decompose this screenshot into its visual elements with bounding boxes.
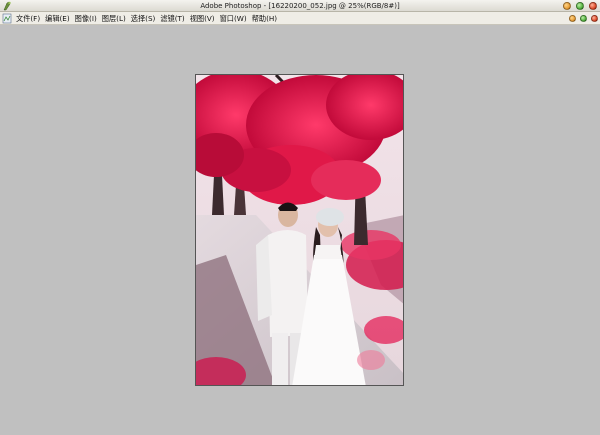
menu-bar: 文件(F) 编辑(E) 图像(I) 图层(L) 选择(S) 滤镜(T) 视图(V… bbox=[0, 12, 600, 25]
wedding-photo bbox=[196, 75, 403, 385]
document-icon[interactable] bbox=[2, 13, 12, 24]
menu-select[interactable]: 选择(S) bbox=[129, 12, 158, 25]
menu-file[interactable]: 文件(F) bbox=[14, 12, 42, 25]
menu-filter[interactable]: 滤镜(T) bbox=[158, 12, 186, 25]
maximize-icon[interactable] bbox=[576, 2, 584, 10]
menu-image[interactable]: 图像(I) bbox=[73, 12, 99, 25]
close-icon[interactable] bbox=[589, 2, 597, 10]
menu-edit[interactable]: 编辑(E) bbox=[43, 12, 72, 25]
doc-restore-icon[interactable] bbox=[580, 15, 587, 22]
menu-items: 文件(F) 编辑(E) 图像(I) 图层(L) 选择(S) 滤镜(T) 视图(V… bbox=[14, 12, 280, 25]
window-title: Adobe Photoshop - [16220200_052.jpg @ 25… bbox=[200, 2, 400, 10]
minimize-icon[interactable] bbox=[563, 2, 571, 10]
doc-close-icon[interactable] bbox=[591, 15, 598, 22]
menu-view[interactable]: 视图(V) bbox=[188, 12, 217, 25]
menu-window[interactable]: 窗口(W) bbox=[218, 12, 249, 25]
title-bar: Adobe Photoshop - [16220200_052.jpg @ 25… bbox=[0, 0, 600, 12]
doc-minimize-icon[interactable] bbox=[569, 15, 576, 22]
menu-help[interactable]: 帮助(H) bbox=[250, 12, 279, 25]
menu-layer[interactable]: 图层(L) bbox=[100, 12, 128, 25]
document-canvas[interactable] bbox=[195, 74, 404, 386]
